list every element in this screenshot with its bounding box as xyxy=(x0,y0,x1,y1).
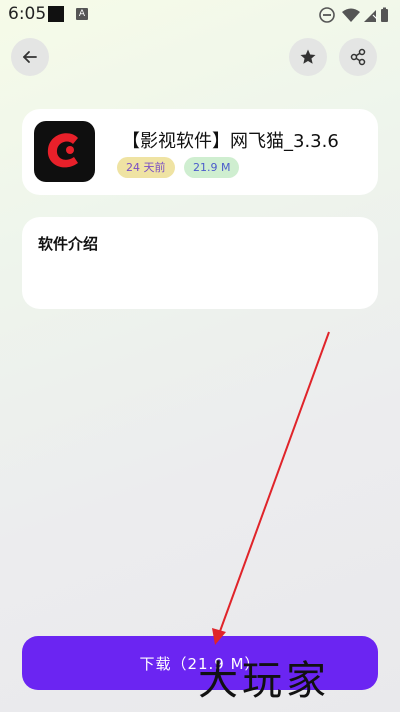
wifi-icon xyxy=(342,8,360,22)
intro-card: 软件介绍 xyxy=(22,217,378,309)
file-size-badge: 21.9 M xyxy=(184,157,240,178)
notification-square-icon xyxy=(48,6,64,22)
star-icon xyxy=(300,49,316,64)
status-bar: 6:05 A xyxy=(0,0,400,30)
favorite-button[interactable] xyxy=(289,38,327,76)
app-logo xyxy=(34,121,95,182)
arrow-left-icon xyxy=(23,51,37,63)
app-title: 【影视软件】网飞猫_3.3.6 xyxy=(122,131,339,152)
share-icon xyxy=(350,48,366,66)
back-button[interactable] xyxy=(11,38,49,76)
signal-icon xyxy=(364,10,378,22)
notification-a-icon: A xyxy=(76,8,88,20)
share-button[interactable] xyxy=(339,38,377,76)
app-logo-icon xyxy=(47,133,78,168)
status-icons xyxy=(319,7,388,23)
do-not-disturb-icon xyxy=(319,7,335,23)
app-info-card: 【影视软件】网飞猫_3.3.6 24 天前 21.9 M xyxy=(22,109,378,195)
intro-title: 软件介绍 xyxy=(38,235,99,253)
battery-icon xyxy=(381,7,388,22)
status-time: 6:05 xyxy=(8,4,47,24)
watermark: 大玩家 xyxy=(198,658,330,704)
annotation-arrow xyxy=(212,331,330,645)
update-date-badge: 24 天前 xyxy=(117,157,175,178)
